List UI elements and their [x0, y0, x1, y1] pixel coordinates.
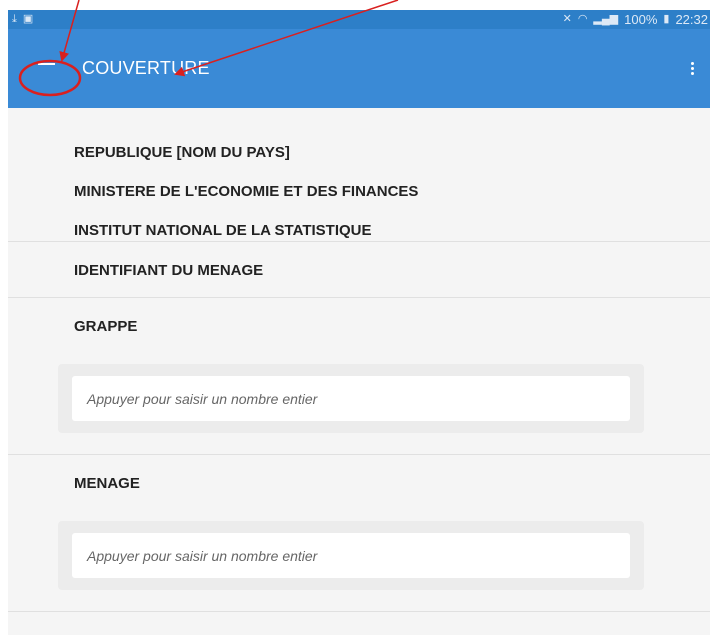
- cover-line-ministry: MINISTERE DE L'ECONOMIE ET DES FINANCES: [74, 183, 419, 200]
- question-menage: MENAGE Appuyer pour saisir un nombre ent…: [8, 455, 710, 612]
- signal-icon: ▂▄▆: [593, 13, 619, 25]
- grappe-answer-container: Appuyer pour saisir un nombre entier: [58, 364, 644, 433]
- device-screen: ⤓ ▣ ✕ ◠ ▂▄▆ 100% ▮ 22:32 COUVERTURE REPU…: [8, 10, 710, 635]
- grappe-input[interactable]: Appuyer pour saisir un nombre entier: [72, 376, 630, 421]
- more-options-button[interactable]: [691, 62, 694, 75]
- household-id-section: IDENTIFIANT DU MENAGE: [8, 242, 710, 298]
- question-grappe: GRAPPE Appuyer pour saisir un nombre ent…: [8, 298, 710, 455]
- grappe-label: GRAPPE: [74, 318, 138, 335]
- battery-level: 100%: [624, 12, 658, 27]
- status-bar-left: ⤓ ▣: [12, 14, 33, 25]
- mute-icon: ✕: [562, 13, 572, 25]
- status-bar: ⤓ ▣ ✕ ◠ ▂▄▆ 100% ▮ 22:32: [8, 10, 710, 29]
- image-icon: ▣: [22, 13, 34, 25]
- cover-line-republic: REPUBLIQUE [NOM DU PAYS]: [74, 144, 290, 161]
- menage-input[interactable]: Appuyer pour saisir un nombre entier: [72, 533, 630, 578]
- download-icon: ⤓: [12, 13, 17, 25]
- household-id-label: IDENTIFIANT DU MENAGE: [74, 262, 264, 279]
- menu-button[interactable]: [38, 60, 62, 78]
- cover-header: REPUBLIQUE [NOM DU PAYS] MINISTERE DE L'…: [8, 108, 710, 242]
- page-title: COUVERTURE: [82, 58, 210, 78]
- app-bar: COUVERTURE: [8, 29, 710, 108]
- status-bar-right: ✕ ◠ ▂▄▆ 100% ▮ 22:32: [563, 12, 708, 27]
- battery-icon: ▮: [663, 13, 670, 25]
- more-vert-icon: [691, 62, 694, 65]
- wifi-icon: ◠: [577, 13, 588, 25]
- menage-answer-container: Appuyer pour saisir un nombre entier: [58, 521, 644, 590]
- clock: 22:32: [675, 12, 708, 27]
- hamburger-icon: [38, 62, 55, 65]
- menage-label: MENAGE: [74, 475, 140, 492]
